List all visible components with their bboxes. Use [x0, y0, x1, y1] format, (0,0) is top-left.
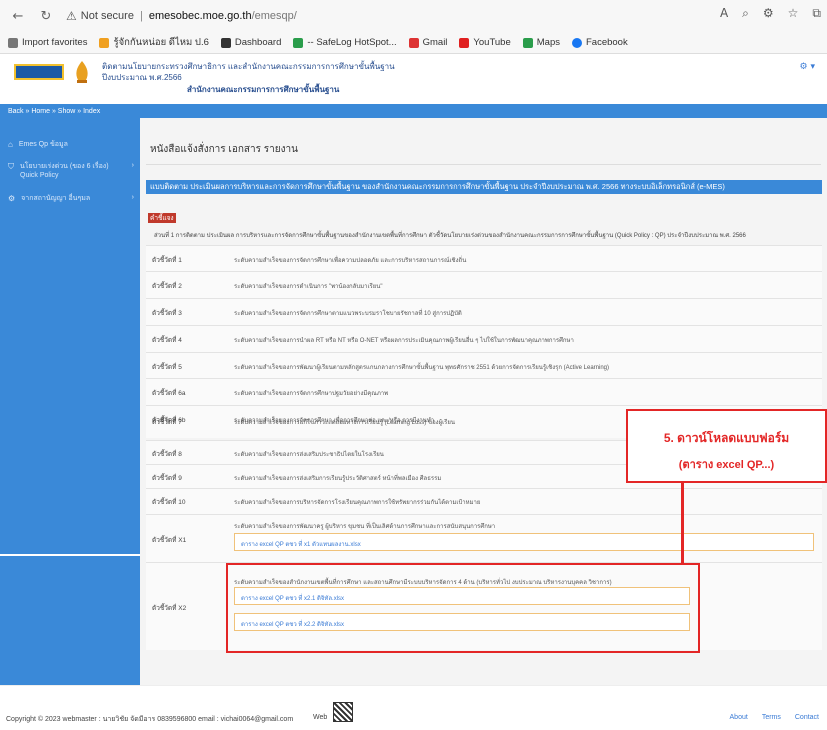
- url-path: /emesqp/: [251, 10, 297, 22]
- bookmark-icon: [293, 37, 304, 48]
- footer-link-terms[interactable]: Terms: [762, 714, 781, 721]
- emblem-icon: [76, 61, 88, 83]
- browser-address-bar: ← ↻ ⚠ Not secure | emesobec.moe.go.th /e…: [0, 0, 827, 32]
- table-row: ตัวชี้วัดที่ 5 ระดับความสำเร็จของการพัฒนา…: [146, 352, 822, 378]
- youtube-icon: [459, 37, 470, 48]
- page-bottom: [0, 685, 827, 700]
- security-label: Not secure: [80, 10, 134, 22]
- url-field[interactable]: ⚠ Not secure | emesobec.moe.go.th /emesq…: [66, 9, 297, 23]
- site-header: ติดตามนโยบายกระทรวงศึกษาธิการ และสำนักงา…: [0, 54, 827, 104]
- chevron-right-icon: ›: [131, 194, 134, 201]
- footer: Copyright © 2023 webmaster : นายวิชัย จั…: [0, 700, 827, 730]
- download-link-x1[interactable]: ตาราง excel QP ตชว ที่ x1 ตัวแทนผลงาน.xl…: [234, 533, 814, 551]
- site-logo[interactable]: [14, 64, 64, 80]
- web-label: Web: [313, 714, 328, 721]
- facebook-icon: [572, 37, 582, 48]
- form-banner: แบบติดตาม ประเมินผลการบริหารและการจัดการ…: [146, 180, 822, 194]
- zoom-icon[interactable]: ⌕: [742, 6, 749, 21]
- read-aloud-icon[interactable]: A: [720, 6, 728, 21]
- annotation-subtext: (ตาราง excel QP...): [678, 459, 775, 471]
- highlight-box: [226, 563, 700, 653]
- chevron-right-icon: ›: [131, 162, 134, 169]
- bookmark-icon: [99, 37, 110, 48]
- bookmark-icon: [220, 37, 231, 48]
- footer-link-about[interactable]: About: [730, 714, 748, 721]
- url-host: emesobec.moe.go.th: [148, 10, 252, 22]
- breadcrumb[interactable]: Back » Home » Show » Index: [0, 104, 827, 118]
- table-row: ตัวชี้วัดที่ 1 ระดับความสำเร็จของการจัดกา…: [146, 245, 822, 271]
- copyright-text: Copyright © 2023 webmaster : นายวิชัย จั…: [6, 716, 294, 723]
- sidebar-item-emes-qp[interactable]: ⌂ Emes Qp ข้อมูล: [8, 140, 134, 149]
- bookmark-item[interactable]: รู้จักกันหน่อย ดีไหม ป.6: [99, 35, 209, 50]
- bookmark-item[interactable]: Import favorites: [8, 37, 87, 48]
- annotation-text: 5. ดาวน์โหลดแบบฟอร์ม: [663, 431, 790, 445]
- favorites-icon[interactable]: ☆: [788, 6, 799, 21]
- table-row: ตัวชี้วัดที่ 4 ระดับความสำเร็จของการนำผล …: [146, 325, 822, 352]
- intro-text: ส่วนที่ 1 การติดตาม ประเมินผล การบริหารแ…: [154, 233, 746, 239]
- extensions-icon[interactable]: ⚙: [763, 6, 774, 21]
- footer-link-contact[interactable]: Contact: [795, 714, 819, 721]
- home-icon: ⌂: [8, 140, 13, 149]
- collections-icon[interactable]: ⧉: [812, 6, 821, 21]
- bookmark-item[interactable]: Facebook: [572, 37, 628, 48]
- annotation-connector: [681, 483, 684, 564]
- sidebar-item-other[interactable]: ⚙ จากสถานัญญา อื่นๆมล ›: [8, 194, 134, 203]
- bookmark-item[interactable]: Maps: [522, 37, 560, 48]
- gear-icon: ⚙: [8, 194, 16, 203]
- maps-icon: [522, 37, 533, 48]
- table-row: ตัวชี้วัดที่ 10 ระดับความสำเร็จของการบริห…: [146, 488, 822, 514]
- bookmark-icon: [8, 37, 18, 48]
- bookmark-item[interactable]: YouTube: [459, 37, 511, 48]
- refresh-icon[interactable]: ↻: [36, 6, 56, 26]
- user-menu-icon[interactable]: ⚙ ▾: [800, 62, 815, 72]
- gmail-icon: [408, 37, 419, 48]
- bookmark-item[interactable]: Gmail: [408, 37, 447, 48]
- table-row: ตัวชี้วัดที่ 3 ระดับความสำเร็จของการจัดกา…: [146, 298, 822, 325]
- bookmarks-bar: Import favorites รู้จักกันหน่อย ดีไหม ป.…: [0, 32, 827, 54]
- title-divider: [146, 164, 821, 165]
- sidebar-item-quick-policy[interactable]: ⛉ นโยบายเร่งด่วน (ของ 6 เรื่อง) Quick Po…: [8, 162, 134, 181]
- table-row: ตัวชี้วัดที่ 6a ระดับความสำเร็จของการจัดก…: [146, 378, 822, 405]
- table-row: ตัวชี้วัดที่ 7 ระดับความสำเร็จของการแก้ไข…: [152, 419, 456, 426]
- page-title: หนังสือแจ้งสั่งการ เอกสาร รายงาน: [150, 144, 298, 155]
- bookmark-item[interactable]: Dashboard: [220, 37, 281, 48]
- shield-icon: ⛉: [8, 162, 14, 171]
- header-org: สำนักงานคณะกรรมการการศึกษาขั้นพื้นฐาน: [187, 85, 340, 94]
- section-tag: คำชี้แจง: [148, 213, 176, 223]
- back-icon[interactable]: ←: [8, 6, 28, 26]
- sidebar: ⌂ Emes Qp ข้อมูล ⛉ นโยบายเร่งด่วน (ของ 6…: [0, 118, 140, 685]
- warning-icon: ⚠: [66, 9, 77, 23]
- annotation-callout: 5. ดาวน์โหลดแบบฟอร์ม (ตาราง excel QP...): [626, 409, 827, 483]
- header-year: ปีงบประมาณ พ.ศ.2566: [102, 73, 182, 82]
- qr-code-icon: [333, 702, 353, 722]
- table-row-x1: ตัวชี้วัดที่ X1 ระดับความสำเร็จของการพัฒ…: [146, 514, 822, 562]
- bookmark-item[interactable]: -- SafeLog HotSpot...: [293, 37, 397, 48]
- sidebar-divider: [0, 554, 140, 556]
- table-row: ตัวชี้วัดที่ 2 ระดับความสำเร็จของการดำเนิ…: [146, 271, 822, 298]
